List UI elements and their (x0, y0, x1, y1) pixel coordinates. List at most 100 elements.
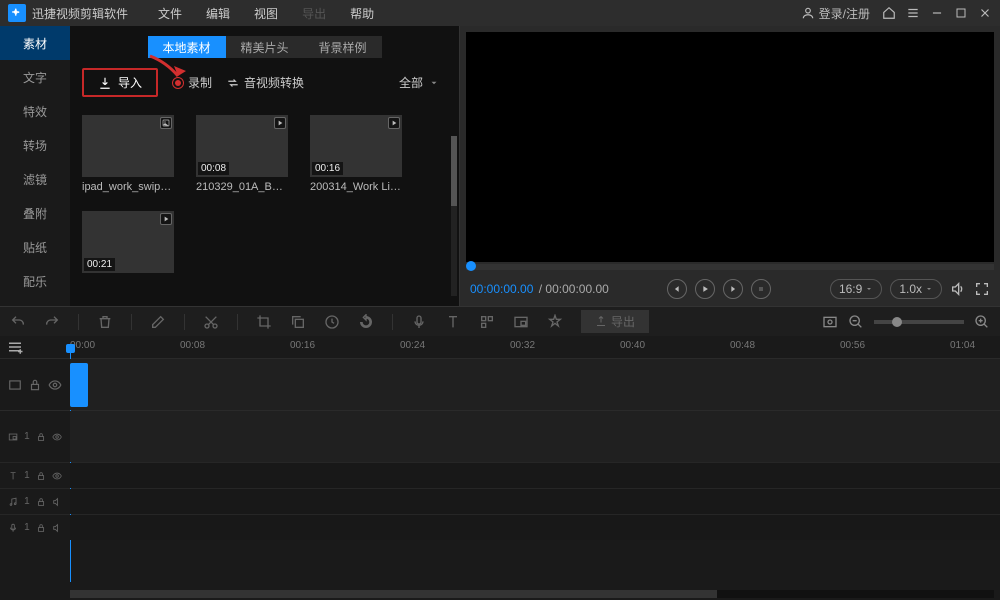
next-frame-button[interactable] (723, 279, 743, 299)
tab-bg[interactable]: 背景样例 (304, 36, 382, 58)
chevron-down-icon (925, 285, 933, 293)
record-label: 录制 (188, 74, 212, 91)
copy-button[interactable] (290, 314, 306, 330)
delete-button[interactable] (97, 314, 113, 330)
cut-button[interactable] (203, 314, 219, 330)
timeline-ruler[interactable]: 00:00 00:08 00:16 00:24 00:32 00:40 00:4… (0, 336, 1000, 358)
chevron-down-icon (865, 285, 873, 293)
sidebar-item-effect[interactable]: 特效 (0, 94, 70, 128)
video-type-icon (160, 213, 172, 225)
sidebar-item-attach[interactable]: 叠附 (0, 196, 70, 230)
audio-track: 1 (0, 488, 1000, 514)
redo-button[interactable] (44, 314, 60, 330)
media-clip[interactable]: 00:08 210329_01A_Bali_... (196, 115, 288, 193)
lock-icon[interactable] (36, 495, 46, 509)
home-icon[interactable] (882, 6, 896, 20)
menu-edit[interactable]: 编辑 (206, 5, 230, 22)
record-button[interactable]: 录制 (172, 74, 212, 91)
preview-controls: 00:00:00.00 / 00:00:00.00 16:9 1.0x (460, 272, 1000, 306)
clip-thumbnail: 00:08 (196, 115, 288, 177)
lock-icon[interactable] (36, 469, 46, 483)
text-button[interactable] (445, 314, 461, 330)
track-body[interactable] (70, 463, 1000, 488)
sidebar-item-sticker[interactable]: 贴纸 (0, 230, 70, 264)
stop-button[interactable] (751, 279, 771, 299)
close-icon[interactable] (978, 6, 992, 20)
preview-progress[interactable] (466, 264, 994, 270)
sidebar-item-filter[interactable]: 滤镜 (0, 162, 70, 196)
track-body[interactable] (70, 515, 1000, 540)
speed-dropdown[interactable]: 1.0x (890, 279, 942, 299)
minimize-icon[interactable] (930, 6, 944, 20)
menu-file[interactable]: 文件 (158, 5, 182, 22)
eye-icon[interactable] (52, 469, 62, 483)
media-clip[interactable]: 00:16 200314_Work Lif... (310, 115, 402, 193)
fullscreen-icon[interactable] (974, 281, 990, 297)
eye-icon[interactable] (52, 430, 62, 444)
filter-dropdown[interactable]: 全部 (399, 74, 447, 91)
track-options-button[interactable] (6, 338, 24, 356)
media-clip[interactable]: 00:21 (82, 211, 174, 277)
import-button[interactable]: 导入 (82, 68, 158, 97)
track-body[interactable] (70, 359, 1000, 410)
eye-icon[interactable] (48, 378, 62, 392)
menu-help[interactable]: 帮助 (350, 5, 374, 22)
timeline-toolbar: 导出 (0, 306, 1000, 336)
menu-icon[interactable] (906, 6, 920, 20)
track-body[interactable] (70, 411, 1000, 462)
sidebar-item-text[interactable]: 文字 (0, 60, 70, 94)
snapshot-button[interactable] (822, 314, 838, 330)
rotate-button[interactable] (358, 314, 374, 330)
media-scrollbar[interactable] (451, 136, 457, 296)
convert-button[interactable]: 音视频转换 (226, 74, 304, 91)
effect-button[interactable] (547, 314, 563, 330)
zoom-in-button[interactable] (974, 314, 990, 330)
crop-button[interactable] (256, 314, 272, 330)
ruler-tick: 01:04 (950, 340, 975, 351)
volume-icon[interactable] (950, 281, 966, 297)
aspect-ratio-dropdown[interactable]: 16:9 (830, 279, 882, 299)
main-menu: 文件 编辑 视图 导出 帮助 (158, 5, 374, 22)
ruler-tick: 00:08 (180, 340, 205, 351)
zoom-out-button[interactable] (848, 314, 864, 330)
export-button[interactable]: 导出 (581, 310, 649, 334)
sidebar-item-transition[interactable]: 转场 (0, 128, 70, 162)
lock-icon[interactable] (28, 378, 42, 392)
time-total: / 00:00:00.00 (539, 282, 609, 296)
mute-icon[interactable] (52, 495, 62, 509)
ruler-tick: 00:56 (840, 340, 865, 351)
media-tabs: 本地素材 精美片头 背景样例 (148, 36, 382, 58)
voice-button[interactable] (411, 314, 427, 330)
play-button[interactable] (695, 279, 715, 299)
lock-icon[interactable] (36, 430, 46, 444)
timeline-scrollbar[interactable] (70, 590, 994, 598)
zoom-slider[interactable] (874, 320, 964, 324)
speed-button[interactable] (324, 314, 340, 330)
sidebar-item-music[interactable]: 配乐 (0, 264, 70, 298)
tab-intro[interactable]: 精美片头 (226, 36, 304, 58)
progress-handle[interactable] (466, 261, 476, 271)
lock-icon[interactable] (36, 521, 46, 535)
menu-view[interactable]: 视图 (254, 5, 278, 22)
track-body[interactable] (70, 489, 1000, 514)
undo-button[interactable] (10, 314, 26, 330)
login-button[interactable]: 登录/注册 (801, 5, 870, 22)
maximize-icon[interactable] (954, 7, 968, 19)
mute-icon[interactable] (52, 521, 62, 535)
track-head: 1 (0, 411, 70, 462)
preview-time: 00:00:00.00 / 00:00:00.00 (470, 282, 609, 296)
pip-button[interactable] (513, 314, 529, 330)
clip-thumbnail: 00:16 (310, 115, 402, 177)
media-clip[interactable]: ipad_work_swipe... (82, 115, 174, 193)
mosaic-button[interactable] (479, 314, 495, 330)
sidebar-item-material[interactable]: 素材 (0, 26, 70, 60)
import-label: 导入 (118, 74, 142, 91)
edit-button[interactable] (150, 314, 166, 330)
prev-frame-button[interactable] (667, 279, 687, 299)
media-grid: ipad_work_swipe... 00:08 210329_01A_Bali… (70, 107, 459, 285)
ruler-tick: 00:24 (400, 340, 425, 351)
tab-local[interactable]: 本地素材 (148, 36, 226, 58)
titlebar: 迅捷视频剪辑软件 文件 编辑 视图 导出 帮助 登录/注册 (0, 0, 1000, 26)
timeline-clip[interactable] (70, 363, 88, 407)
text-track-icon (8, 469, 18, 483)
